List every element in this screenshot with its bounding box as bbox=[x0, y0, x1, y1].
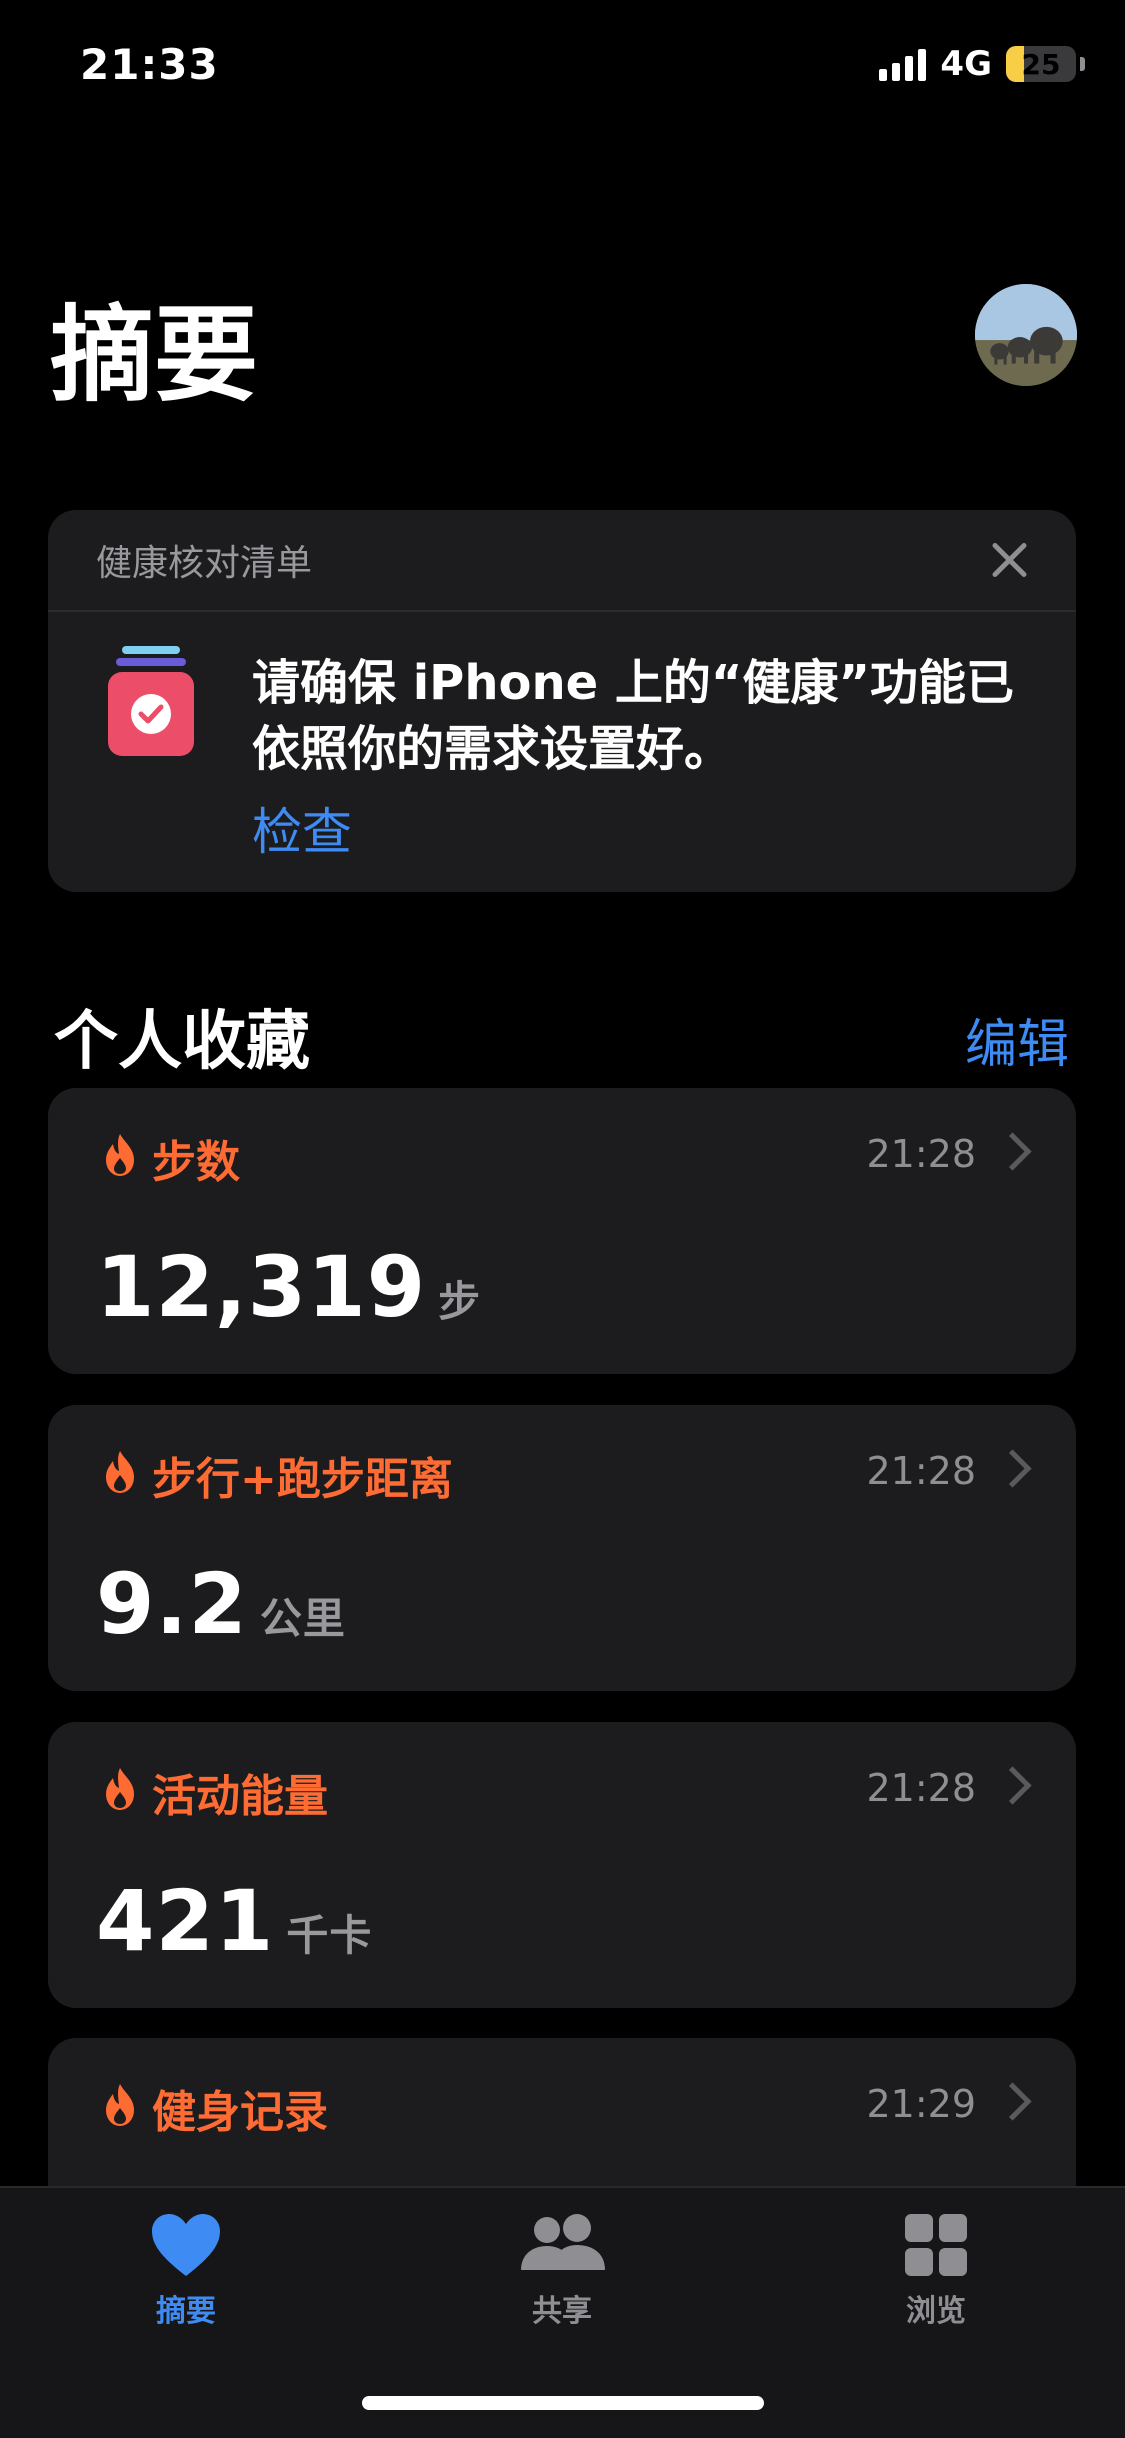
check-link[interactable]: 检查 bbox=[252, 792, 352, 864]
checklist-title: 健康核对清单 bbox=[96, 543, 313, 584]
battery-icon: 25 bbox=[1006, 46, 1076, 82]
signal-icon bbox=[879, 47, 927, 81]
chevron-right-icon bbox=[993, 1449, 1032, 1488]
tab-label: 共享 bbox=[532, 2294, 592, 2329]
checklist-header: 健康核对清单 bbox=[48, 510, 1076, 612]
network-type: 4G bbox=[940, 44, 992, 84]
tab-label: 浏览 bbox=[906, 2294, 966, 2329]
metric-title: 活动能量 bbox=[152, 1771, 328, 1822]
checklist-icon bbox=[104, 646, 198, 756]
flame-icon bbox=[106, 2084, 134, 2126]
battery-level: 25 bbox=[1021, 47, 1061, 81]
metric-time: 21:28 bbox=[866, 1766, 976, 1810]
metric-time: 21:28 bbox=[866, 1449, 976, 1493]
metric-value: 421 bbox=[96, 1872, 275, 1970]
metric-value-row: 9.2 公里 bbox=[96, 1555, 346, 1653]
metric-title: 步数 bbox=[152, 1137, 240, 1188]
metric-value-row: 421 千卡 bbox=[96, 1872, 372, 1970]
tab-label: 摘要 bbox=[156, 2294, 216, 2329]
metric-time: 21:29 bbox=[866, 2082, 976, 2126]
battery-tip bbox=[1080, 57, 1085, 71]
active-energy-card[interactable]: 活动能量 21:28 421 千卡 bbox=[48, 1722, 1076, 2008]
chevron-right-icon bbox=[993, 1766, 1032, 1805]
status-time: 21:33 bbox=[80, 40, 219, 89]
metric-unit: 公里 bbox=[259, 1594, 346, 1643]
metric-value-row: 12,319 步 bbox=[96, 1238, 481, 1336]
profile-avatar[interactable] bbox=[975, 284, 1077, 386]
grid-icon bbox=[905, 2214, 967, 2276]
chevron-right-icon bbox=[993, 1132, 1032, 1171]
metric-title: 健身记录 bbox=[152, 2087, 328, 2138]
metric-unit: 步 bbox=[438, 1277, 482, 1326]
people-icon bbox=[521, 2214, 605, 2270]
flame-icon bbox=[106, 1451, 134, 1493]
metric-unit: 千卡 bbox=[286, 1911, 373, 1960]
checklist-message: 请确保 iPhone 上的“健康”功能已依照你的需求设置好。 bbox=[252, 655, 1015, 777]
chevron-right-icon bbox=[993, 2082, 1032, 2121]
distance-card[interactable]: 步行+跑步距离 21:28 9.2 公里 bbox=[48, 1405, 1076, 1691]
tab-sharing[interactable]: 共享 bbox=[452, 2212, 672, 2330]
metric-title: 步行+跑步距离 bbox=[152, 1454, 453, 1505]
metric-value: 12,319 bbox=[96, 1238, 427, 1336]
favorites-title: 个人收藏 bbox=[54, 1005, 310, 1079]
home-indicator bbox=[362, 2396, 764, 2410]
metric-time: 21:28 bbox=[866, 1132, 976, 1176]
tab-summary[interactable]: 摘要 bbox=[76, 2212, 296, 2330]
page-title: 摘要 bbox=[50, 294, 259, 416]
edit-button[interactable]: 编辑 bbox=[965, 1002, 1069, 1077]
health-checklist-card: 健康核对清单 请确保 iPhone 上的“健康”功能已依照你的需求设置好。 检查 bbox=[48, 510, 1076, 892]
metric-value: 9.2 bbox=[96, 1555, 248, 1653]
status-indicators: 4G 25 bbox=[879, 44, 1085, 84]
flame-icon bbox=[106, 1134, 134, 1176]
flame-icon bbox=[106, 1768, 134, 1810]
heart-icon bbox=[152, 2214, 220, 2276]
tab-browse[interactable]: 浏览 bbox=[826, 2212, 1046, 2330]
steps-card[interactable]: 步数 21:28 12,319 步 bbox=[48, 1088, 1076, 1374]
close-icon[interactable] bbox=[990, 541, 1028, 579]
